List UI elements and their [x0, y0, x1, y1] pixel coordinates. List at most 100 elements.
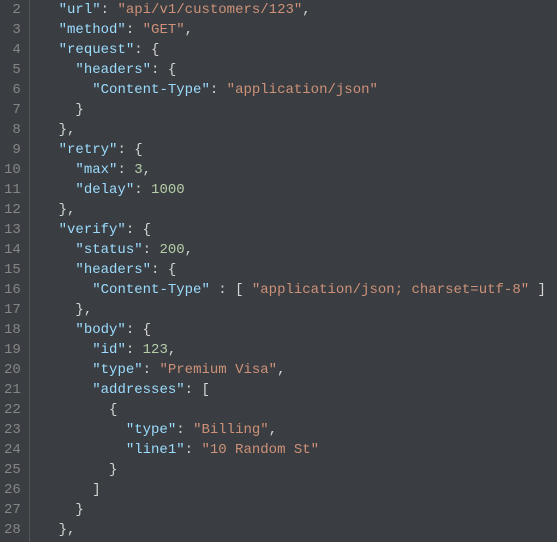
code-line[interactable]: } — [42, 500, 557, 520]
code-line[interactable]: "Content-Type": "application/json" — [42, 80, 557, 100]
code-line[interactable]: "verify": { — [42, 220, 557, 240]
code-line[interactable]: "method": "GET", — [42, 20, 557, 40]
line-number: 16 — [4, 280, 21, 300]
json-punct: : { — [151, 262, 176, 278]
json-number: 123 — [143, 342, 168, 358]
line-number: 26 — [4, 480, 21, 500]
line-number: 6 — [4, 80, 21, 100]
json-punct: : — [143, 362, 160, 378]
json-punct — [42, 142, 59, 158]
code-line[interactable]: "retry": { — [42, 140, 557, 160]
code-line[interactable]: "url": "api/v1/customers/123", — [42, 0, 557, 20]
code-line[interactable]: }, — [42, 200, 557, 220]
line-number: 15 — [4, 260, 21, 280]
json-punct: } — [42, 462, 118, 478]
json-string: "application/json" — [227, 82, 378, 98]
json-punct — [42, 82, 92, 98]
code-line[interactable]: "headers": { — [42, 260, 557, 280]
json-string: "application/json; charset=utf-8" — [252, 282, 529, 298]
json-key: "request" — [59, 42, 135, 58]
code-line[interactable]: "max": 3, — [42, 160, 557, 180]
line-number: 25 — [4, 460, 21, 480]
code-line[interactable]: "addresses": [ — [42, 380, 557, 400]
json-punct — [42, 62, 76, 78]
json-punct: , — [143, 162, 151, 178]
code-line[interactable]: "line1": "10 Random St" — [42, 440, 557, 460]
json-punct — [42, 22, 59, 38]
json-punct — [42, 382, 92, 398]
line-number-gutter: 2345678910111213141516171819202122232425… — [0, 0, 30, 542]
json-punct: : — [185, 442, 202, 458]
code-editor[interactable]: 2345678910111213141516171819202122232425… — [0, 0, 557, 542]
line-number: 23 — [4, 420, 21, 440]
line-number: 22 — [4, 400, 21, 420]
json-key: "id" — [92, 342, 126, 358]
code-line[interactable]: }, — [42, 300, 557, 320]
json-key: "type" — [126, 422, 176, 438]
code-line[interactable]: "id": 123, — [42, 340, 557, 360]
code-line[interactable]: "Content-Type" : [ "application/json; ch… — [42, 280, 557, 300]
json-punct: : { — [151, 62, 176, 78]
json-punct: }, — [42, 202, 76, 218]
json-number: 200 — [159, 242, 184, 258]
json-key: "headers" — [75, 62, 151, 78]
json-punct — [42, 262, 76, 278]
json-punct: : { — [134, 42, 159, 58]
json-key: "headers" — [75, 262, 151, 278]
json-punct — [42, 362, 92, 378]
code-line[interactable]: } — [42, 460, 557, 480]
json-key: "verify" — [59, 222, 126, 238]
json-string: "Premium Visa" — [159, 362, 277, 378]
json-key: "Content-Type" — [92, 282, 210, 298]
json-string: "GET" — [143, 22, 185, 38]
json-key: "method" — [59, 22, 126, 38]
json-punct: }, — [42, 302, 92, 318]
line-number: 24 — [4, 440, 21, 460]
code-line[interactable]: "delay": 1000 — [42, 180, 557, 200]
json-punct — [42, 422, 126, 438]
code-line[interactable]: "type": "Premium Visa", — [42, 360, 557, 380]
json-punct: , — [302, 2, 310, 18]
line-number: 12 — [4, 200, 21, 220]
json-punct — [42, 282, 92, 298]
json-key: "max" — [75, 162, 117, 178]
line-number: 17 — [4, 300, 21, 320]
line-number: 10 — [4, 160, 21, 180]
json-punct: }, — [42, 522, 76, 538]
json-punct — [42, 162, 76, 178]
json-punct: : { — [126, 322, 151, 338]
json-punct: : { — [126, 222, 151, 238]
code-line[interactable]: { — [42, 400, 557, 420]
json-key: "addresses" — [92, 382, 184, 398]
json-key: "status" — [75, 242, 142, 258]
line-number: 8 — [4, 120, 21, 140]
code-line[interactable]: }, — [42, 520, 557, 540]
code-line[interactable]: } — [42, 100, 557, 120]
code-line[interactable]: "request": { — [42, 40, 557, 60]
code-line[interactable]: "type": "Billing", — [42, 420, 557, 440]
json-string: "10 Random St" — [201, 442, 319, 458]
line-number: 7 — [4, 100, 21, 120]
code-line[interactable]: ] — [42, 480, 557, 500]
json-punct: : — [126, 342, 143, 358]
json-punct: , — [185, 242, 193, 258]
code-line[interactable]: }, — [42, 120, 557, 140]
json-punct: : — [101, 2, 118, 18]
json-punct: }, — [42, 122, 76, 138]
json-punct: : — [176, 422, 193, 438]
code-line[interactable]: "headers": { — [42, 60, 557, 80]
json-punct — [42, 242, 76, 258]
json-key: "delay" — [75, 182, 134, 198]
line-number: 18 — [4, 320, 21, 340]
json-punct: } — [42, 102, 84, 118]
json-punct: , — [269, 422, 277, 438]
json-punct: : — [126, 22, 143, 38]
json-punct: : — [134, 182, 151, 198]
line-number: 13 — [4, 220, 21, 240]
code-line[interactable]: "status": 200, — [42, 240, 557, 260]
code-area[interactable]: "url": "api/v1/customers/123", "method":… — [30, 0, 557, 542]
json-punct: { — [42, 402, 118, 418]
code-line[interactable]: "body": { — [42, 320, 557, 340]
line-number: 20 — [4, 360, 21, 380]
json-punct — [42, 182, 76, 198]
